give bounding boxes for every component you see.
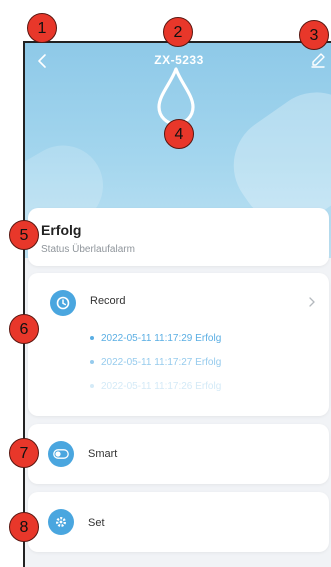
annotation-marker-6: 6 — [9, 314, 39, 344]
bullet-icon — [90, 360, 94, 365]
record-label: Record — [90, 295, 126, 307]
smart-card[interactable]: Smart — [28, 424, 329, 484]
chevron-right-icon[interactable] — [307, 296, 317, 308]
settings-label: Set — [88, 517, 105, 529]
annotation-marker-4: 4 — [164, 119, 194, 149]
annotation-marker-1: 1 — [27, 13, 57, 43]
annotation-marker-8: 8 — [9, 512, 39, 542]
smart-label: Smart — [88, 448, 118, 460]
record-item: 2022-05-11 11:17:27 Erfolg — [90, 357, 221, 368]
annotation-marker-5: 5 — [9, 220, 39, 250]
settings-card[interactable]: Set — [28, 492, 329, 552]
bullet-icon — [90, 336, 94, 341]
annotation-marker-7: 7 — [9, 438, 39, 468]
water-drop-icon — [157, 67, 195, 126]
clock-icon — [50, 290, 76, 316]
gear-icon — [48, 509, 74, 535]
status-subtitle: Status Überlaufalarm — [41, 244, 135, 255]
status-card: Erfolg Status Überlaufalarm — [28, 208, 329, 266]
annotation-marker-3: 3 — [299, 20, 329, 50]
bullet-icon — [90, 384, 94, 389]
annotation-marker-2: 2 — [163, 17, 193, 47]
record-item: 2022-05-11 11:17:29 Erfolg — [90, 333, 221, 344]
pencil-icon[interactable] — [309, 51, 327, 69]
record-card[interactable]: Record 2022-05-11 11:17:29 Erfolg 2022-0… — [28, 273, 329, 416]
record-item: 2022-05-11 11:17:26 Erfolg — [90, 381, 221, 392]
status-title: Erfolg — [41, 222, 82, 238]
toggle-icon — [48, 441, 74, 467]
